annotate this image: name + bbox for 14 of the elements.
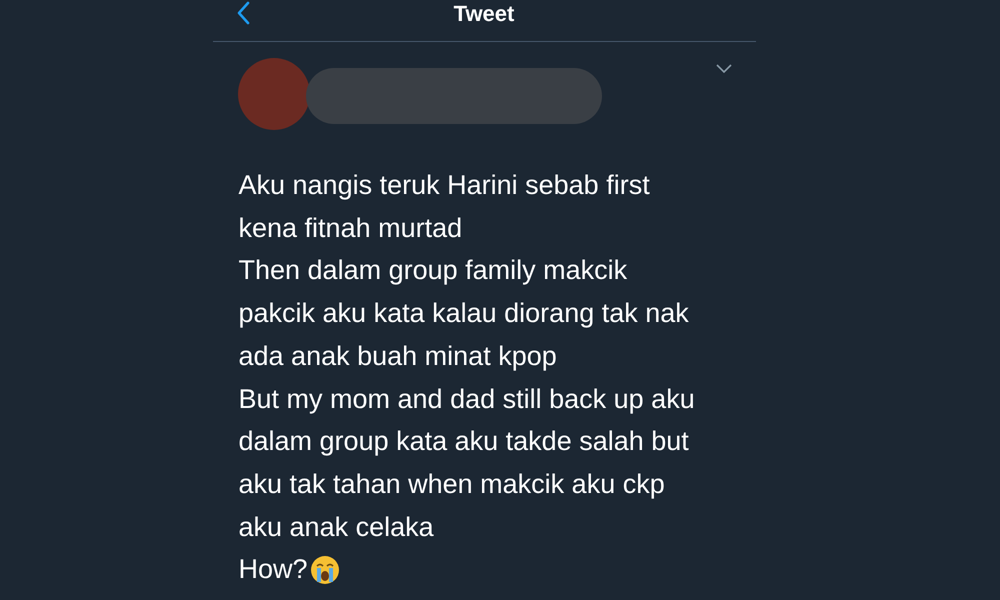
tweet-text-line: How?	[238, 553, 308, 586]
tweet-text-line: dalam group kata aku takde salah but	[238, 425, 689, 458]
tweet-text-line: aku tak tahan when makcik aku ckp	[238, 468, 665, 501]
chevron-down-icon[interactable]	[716, 64, 732, 74]
tweet-text-line: Aku nangis teruk Harini sebab first	[238, 169, 650, 202]
tweet-text-line: ada anak buah minat kpop	[238, 340, 557, 373]
tweet-text-line: But my mom and dad still back up aku	[238, 382, 695, 416]
back-icon[interactable]	[236, 1, 250, 25]
crying-face-icon	[310, 554, 340, 585]
page-title: Tweet	[454, 0, 514, 26]
tweet-text-line: Then dalam group family makcik	[238, 254, 628, 288]
tweet-text-line: kena fitnah murtad	[238, 212, 462, 245]
tweet-text-line: aku anak celaka	[238, 510, 434, 544]
tweet-text-line: pakcik aku kata kalau diorang tak nak	[238, 297, 689, 330]
